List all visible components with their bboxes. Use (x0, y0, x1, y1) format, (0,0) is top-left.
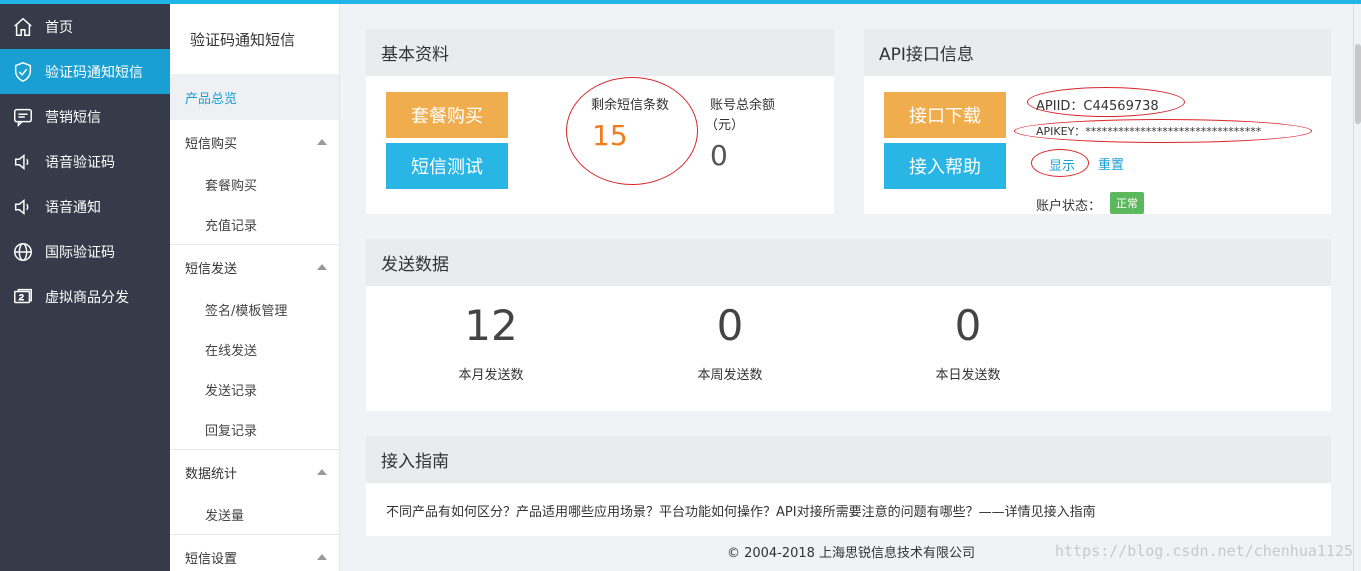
sub-nav: 验证码通知短信 产品总览 短信购买 套餐购买 充值记录 短信发送 签名/模板管理… (170, 4, 340, 571)
caret-up-icon (317, 469, 327, 475)
main-content: 基本资料 套餐购买 短信测试 剩余短信条数 15 账号总余额 （元） 0 API… (341, 4, 1361, 571)
nav-item-voice-notice[interactable]: 语音通知 (0, 184, 170, 229)
day-send-count: 0 (954, 301, 982, 350)
subnav-group-label: 短信发送 (185, 261, 238, 277)
subnav-link-online-send[interactable]: 在线发送 (170, 329, 339, 369)
subnav-group-label: 数据统计 (185, 466, 238, 482)
subnav-group-send: 短信发送 签名/模板管理 在线发送 发送记录 回复记录 (170, 245, 339, 450)
panel-title: 发送数据 (366, 239, 1331, 286)
nav-item-home[interactable]: 首页 (0, 4, 170, 49)
caret-up-icon (317, 554, 327, 560)
nav-item-label: 语音通知 (45, 199, 101, 216)
subnav-group-toggle[interactable]: 短信发送 (170, 245, 339, 289)
scrollbar-thumb[interactable] (1355, 44, 1361, 124)
subnav-link-template[interactable]: 签名/模板管理 (170, 289, 339, 329)
status-badge: 正常 (1110, 192, 1144, 214)
subnav-link-package-buy[interactable]: 套餐购买 (170, 164, 339, 204)
shield-icon (12, 61, 34, 83)
api-info-panel: API接口信息 接口下载 接入帮助 APIID：C44569738 APIKEY… (864, 29, 1331, 214)
nav-item-label: 语音验证码 (45, 154, 115, 171)
subnav-link-volume[interactable]: 发送量 (170, 494, 339, 534)
day-send-label: 本日发送数 (935, 368, 1001, 383)
balance-label: 账号总余额 (710, 98, 776, 113)
guide-text[interactable]: 不同产品有如何区分？产品适用哪些应用场景？平台功能如何操作？API对接所需要注意… (386, 501, 1096, 520)
balance-unit-label: （元） (705, 118, 745, 133)
message-icon (12, 106, 34, 128)
nav-item-label: 营销短信 (45, 109, 101, 126)
nav-item-voice-code[interactable]: 语音验证码 (0, 139, 170, 184)
annotation-circle (566, 77, 698, 185)
nav-item-label: 验证码通知短信 (45, 64, 143, 81)
ticket-icon (12, 286, 34, 308)
subnav-group-toggle[interactable]: 数据统计 (170, 450, 339, 494)
subnav-group-label: 短信设置 (185, 551, 238, 567)
nav-item-label: 首页 (45, 19, 73, 36)
balance-value: 0 (710, 139, 728, 172)
week-send-label: 本周发送数 (697, 368, 763, 383)
panel-title: API接口信息 (864, 29, 1331, 76)
caret-up-icon (317, 264, 327, 270)
nav-item-verify-sms[interactable]: 验证码通知短信 (0, 49, 170, 94)
subnav-group-toggle[interactable]: 短信购买 (170, 120, 339, 164)
nav-item-label: 国际验证码 (45, 244, 115, 261)
reset-key-link[interactable]: 重置 (1098, 154, 1124, 173)
speaker-icon (12, 151, 34, 173)
subnav-link-send-log[interactable]: 发送记录 (170, 369, 339, 409)
annotation-ellipse (1027, 87, 1185, 117)
subnav-link-recharge-log[interactable]: 充值记录 (170, 204, 339, 244)
page-scrollbar[interactable] (1353, 4, 1361, 571)
panel-title: 接入指南 (366, 436, 1331, 483)
api-download-button[interactable]: 接口下载 (884, 92, 1006, 138)
globe-icon (12, 241, 34, 263)
subnav-item-overview[interactable]: 产品总览 (170, 74, 339, 120)
basic-info-panel: 基本资料 套餐购买 短信测试 剩余短信条数 15 账号总余额 （元） 0 (366, 29, 834, 214)
month-send-count: 12 (464, 301, 518, 350)
nav-item-virtual-goods[interactable]: 虚拟商品分发 (0, 274, 170, 319)
nav-item-marketing-sms[interactable]: 营销短信 (0, 94, 170, 139)
api-help-button[interactable]: 接入帮助 (884, 143, 1006, 189)
sms-test-button[interactable]: 短信测试 (386, 143, 508, 189)
panel-title: 基本资料 (366, 29, 834, 76)
subnav-group-toggle[interactable]: 短信设置 (170, 535, 339, 571)
speaker-icon (12, 196, 34, 218)
subnav-link-reply-log[interactable]: 回复记录 (170, 409, 339, 449)
subnav-group-label: 短信购买 (185, 136, 238, 152)
account-status-label: 账户状态： (1036, 199, 1102, 214)
subnav-group-stats: 数据统计 发送量 (170, 450, 339, 535)
watermark-url: https://blog.csdn.net/chenhua1125 (1054, 542, 1353, 560)
send-data-panel: 发送数据 12 本月发送数 0 本周发送数 0 本日发送数 (366, 239, 1331, 411)
subnav-group-purchase: 短信购买 套餐购买 充值记录 (170, 120, 339, 245)
subnav-title: 验证码通知短信 (190, 30, 296, 49)
annotation-ellipse (1014, 119, 1312, 143)
month-send-label: 本月发送数 (458, 368, 524, 383)
nav-item-label: 虚拟商品分发 (45, 289, 129, 306)
nav-item-intl-code[interactable]: 国际验证码 (0, 229, 170, 274)
home-icon (12, 16, 34, 38)
access-guide-panel: 接入指南 不同产品有如何区分？产品适用哪些应用场景？平台功能如何操作？API对接… (366, 436, 1331, 536)
package-buy-button[interactable]: 套餐购买 (386, 92, 508, 138)
caret-up-icon (317, 139, 327, 145)
week-send-count: 0 (716, 301, 744, 350)
annotation-ellipse (1031, 149, 1089, 177)
main-nav: 首页 验证码通知短信 营销短信 语音验证码 语音通知 国际验证码 虚拟商品分发 (0, 4, 170, 571)
subnav-group-settings: 短信设置 (170, 535, 339, 571)
